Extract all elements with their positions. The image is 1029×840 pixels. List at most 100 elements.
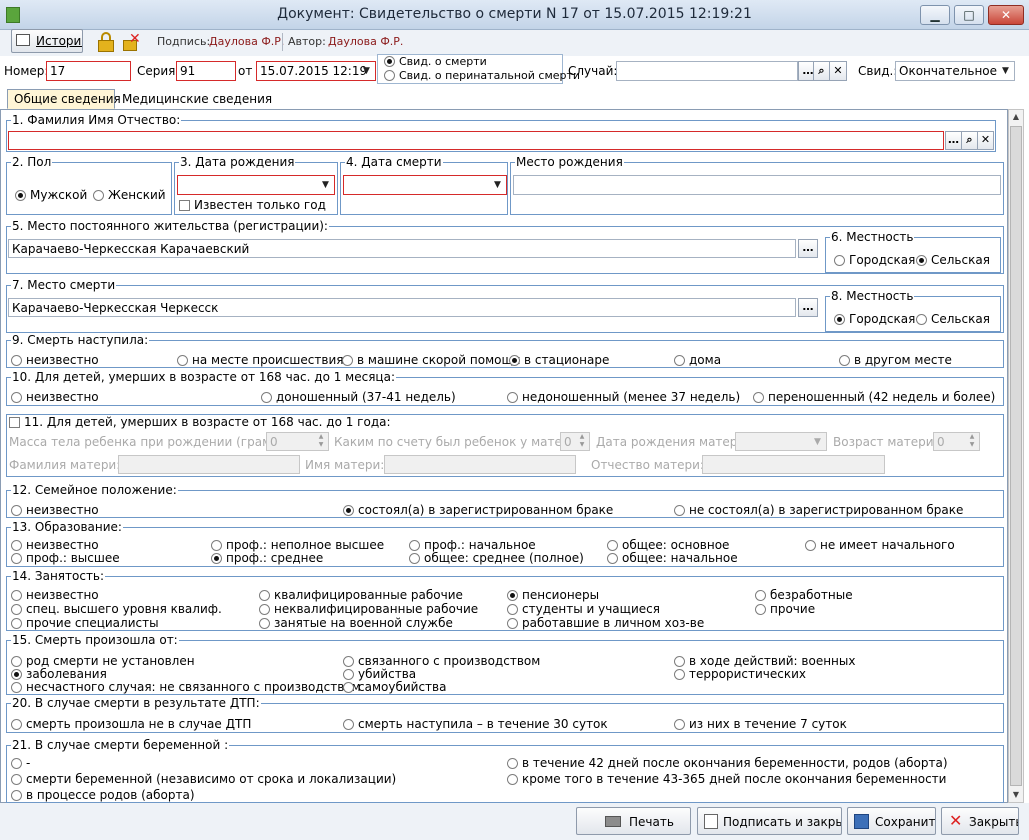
close-window-button[interactable]: ✕ [988, 5, 1024, 25]
from-occupational-radio[interactable]: связанного с производством [343, 654, 540, 668]
from-accident-radio[interactable]: несчастного случая: не связанного с прои… [11, 680, 361, 694]
occurred-scene-radio[interactable]: на месте происшествия [177, 353, 343, 367]
preg-42-days-radio[interactable]: в течение 42 дней после окончания береме… [507, 756, 948, 770]
mother-age-field[interactable]: 0 ▲ ▼ [933, 432, 980, 451]
history-button[interactable]: История [11, 29, 83, 53]
edu-secondary-prof-radio[interactable]: проф.: среднее [211, 551, 323, 565]
from-military-radio[interactable]: в ходе действий: военных [674, 654, 855, 668]
edu-general-primary-radio[interactable]: общее: начальное [607, 551, 738, 565]
clear-x-icon[interactable]: ✕ [977, 131, 994, 150]
scroll-thumb[interactable] [1010, 126, 1022, 786]
mother-name-field[interactable] [384, 455, 576, 474]
edu-unknown-radio[interactable]: неизвестно [11, 538, 99, 552]
term-full-radio[interactable]: доношенный (37-41 недель) [261, 390, 456, 404]
occurred-ambulance-radio[interactable]: в машине скорой помощи [342, 353, 521, 367]
from-murder-radio[interactable]: убийства [343, 667, 416, 681]
birth-date-field[interactable]: ▼ [177, 175, 335, 195]
unlock-cross-icon[interactable]: ✕ [123, 32, 143, 52]
chevron-down-icon[interactable]: ▼ [318, 177, 333, 193]
save-button[interactable]: Сохранить [847, 807, 936, 835]
preg-43-365-radio[interactable]: кроме того в течение 43-365 дней после о… [507, 772, 946, 786]
mother-surname-field[interactable] [118, 455, 300, 474]
emp-unemployed-radio[interactable]: безработные [755, 588, 853, 602]
lock-icon[interactable] [98, 32, 114, 52]
chevron-down-icon[interactable]: ▼ [490, 177, 505, 193]
tab-medical[interactable]: Медицинские сведения [115, 89, 272, 109]
death-urban-radio[interactable]: Городская [834, 312, 915, 326]
vertical-scrollbar[interactable]: ▲ ▼ [1008, 109, 1024, 803]
svid-select[interactable]: Окончательное ▼ [895, 61, 1015, 81]
edu-general-basic-radio[interactable]: общее: основное [607, 538, 729, 552]
sex-female-radio[interactable]: Женский [93, 188, 166, 202]
residence-urban-radio[interactable]: Городская [834, 253, 915, 267]
ellipsis-icon[interactable]: … [945, 131, 962, 150]
from-terror-radio[interactable]: террористических [674, 667, 806, 681]
date-field[interactable]: 15.07.2015 12:19 ▼ [256, 61, 376, 81]
term-post-radio[interactable]: переношенный (42 недель и более) [753, 390, 995, 404]
series-field[interactable]: 91 [176, 61, 236, 81]
close-button[interactable]: ✕ Закрыть [941, 807, 1019, 835]
death-place-field[interactable]: Карачаево-Черкесская Черкесск [8, 298, 796, 317]
marital-not-married-radio[interactable]: не состоял(а) в зарегистрированном браке [674, 503, 963, 517]
clear-x-icon[interactable]: ✕ [829, 61, 847, 81]
term-unknown-radio[interactable]: неизвестно [11, 390, 99, 404]
death-rural-radio[interactable]: Сельская [916, 312, 990, 326]
occurred-unknown-radio[interactable]: неизвестно [11, 353, 99, 367]
from-suicide-radio[interactable]: самоубийства [343, 680, 446, 694]
occurred-other-radio[interactable]: в другом месте [839, 353, 952, 367]
occurred-home-radio[interactable]: дома [674, 353, 721, 367]
print-button[interactable]: Печать [576, 807, 691, 835]
residence-field[interactable]: Карачаево-Черкесская Карачаевский [8, 239, 796, 258]
emp-high-spec-radio[interactable]: спец. высшего уровня квалиф. [11, 602, 222, 616]
ellipsis-icon[interactable]: … [798, 298, 818, 317]
cert-type-death-radio[interactable]: Свид. о смерти [384, 55, 487, 69]
sex-male-radio[interactable]: Мужской [15, 188, 87, 202]
emp-household-radio[interactable]: работавшие в личном хоз-ве [507, 616, 704, 630]
birth-place-field[interactable] [513, 175, 1001, 195]
search-icon[interactable]: ⌕ [813, 61, 830, 81]
ellipsis-icon[interactable]: … [798, 239, 818, 258]
minimize-button[interactable]: ▁ [920, 5, 950, 25]
maximize-button[interactable]: □ [954, 5, 984, 25]
chevron-down-icon[interactable]: ▼ [998, 63, 1013, 79]
emp-other-spec-radio[interactable]: прочие специалисты [11, 616, 159, 630]
edu-no-primary-radio[interactable]: не имеет начального [805, 538, 955, 552]
fio-field[interactable] [8, 131, 944, 150]
edu-incomplete-higher-radio[interactable]: проф.: неполное высшее [211, 538, 384, 552]
emp-students-radio[interactable]: студенты и учащиеся [507, 602, 660, 616]
scroll-up-icon[interactable]: ▲ [1009, 110, 1023, 124]
preg-during-radio[interactable]: смерти беременной (независимо от срока и… [11, 772, 396, 786]
scroll-down-icon[interactable]: ▼ [1009, 788, 1023, 802]
search-icon[interactable]: ⌕ [961, 131, 978, 150]
preg-childbirth-radio[interactable]: в процессе родов (аборта) [11, 788, 195, 802]
death-date-field[interactable]: ▼ [343, 175, 507, 195]
occurred-hospital-radio[interactable]: в стационаре [509, 353, 609, 367]
marital-married-radio[interactable]: состоял(а) в зарегистрированном браке [343, 503, 613, 517]
dtp-30-days-radio[interactable]: смерть наступила – в течение 30 суток [343, 717, 608, 731]
mother-patronymic-field[interactable] [702, 455, 885, 474]
emp-unskilled-radio[interactable]: неквалифицированные рабочие [259, 602, 478, 616]
edu-higher-radio[interactable]: проф.: высшее [11, 551, 120, 565]
from-disease-radio[interactable]: заболевания [11, 667, 107, 681]
from-not-established-radio[interactable]: род смерти не установлен [11, 654, 195, 668]
only-year-checkbox[interactable]: Известен только год [179, 198, 326, 212]
chevron-down-icon[interactable]: ▼ [359, 63, 374, 79]
emp-unknown-radio[interactable]: неизвестно [11, 588, 99, 602]
number-field[interactable]: 17 [46, 61, 131, 81]
order-field[interactable]: 0 ▲ ▼ [560, 432, 590, 451]
residence-rural-radio[interactable]: Сельская [916, 253, 990, 267]
edu-general-secondary-radio[interactable]: общее: среднее (полное) [409, 551, 584, 565]
sign-close-button[interactable]: Подписать и закрыть [697, 807, 842, 835]
edu-prof-primary-radio[interactable]: проф.: начальное [409, 538, 536, 552]
preg-none-radio[interactable]: - [11, 756, 30, 770]
mass-field[interactable]: 0 ▲ ▼ [266, 432, 329, 451]
emp-military-radio[interactable]: занятые на военной службе [259, 616, 453, 630]
children-year-checkbox[interactable]: 11. Для детей, умерших в возрасте от 168… [9, 415, 391, 429]
cert-type-perinatal-radio[interactable]: Свид. о перинатальной смерти [384, 69, 580, 83]
dtp-not-radio[interactable]: смерть произошла не в случае ДТП [11, 717, 251, 731]
emp-other-radio[interactable]: прочие [755, 602, 815, 616]
case-field[interactable] [616, 61, 798, 81]
mother-birth-field[interactable]: ▼ [735, 432, 827, 451]
emp-pensioner-radio[interactable]: пенсионеры [507, 588, 599, 602]
marital-unknown-radio[interactable]: неизвестно [11, 503, 99, 517]
